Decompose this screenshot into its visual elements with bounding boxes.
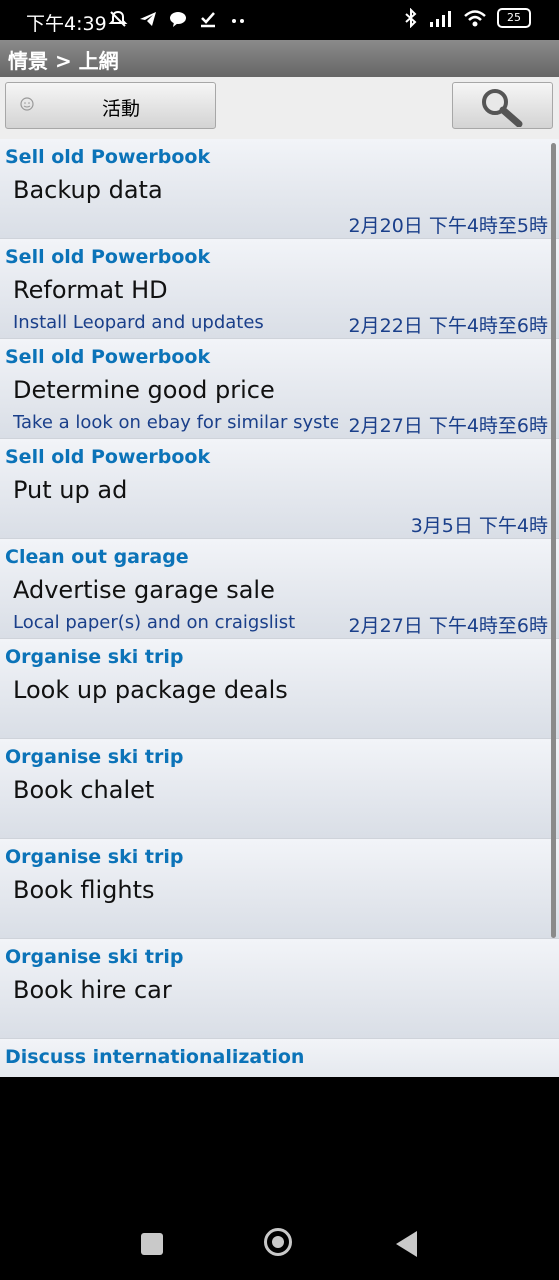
magnifier-icon <box>482 89 523 127</box>
list-item[interactable]: Sell old Powerbook Backup data 2月20日 下午4… <box>0 139 559 239</box>
task-context: Clean out garage <box>5 546 189 568</box>
task-context: Sell old Powerbook <box>5 146 211 168</box>
task-context: Organise ski trip <box>5 746 184 768</box>
mute-bell-icon <box>108 10 128 27</box>
title-bar: 情景 > 上網 <box>0 40 559 77</box>
task-details: Take a look on ebay for similar syste... <box>13 412 338 433</box>
task-context: Sell old Powerbook <box>5 246 211 268</box>
list-item[interactable]: Sell old Powerbook Put up ad 3月5日 下午4時 <box>0 439 559 539</box>
task-details: Local paper(s) and on craigslist <box>13 612 296 633</box>
context-button[interactable]: 活動 <box>5 82 216 129</box>
breadcrumb: 情景 > 上網 <box>8 49 119 73</box>
task-title: Put up ad <box>13 476 128 504</box>
task-due: 3月5日 下午4時 <box>410 515 548 537</box>
list-item[interactable]: Sell old Powerbook Reformat HD Install L… <box>0 239 559 339</box>
task-context: Sell old Powerbook <box>5 446 211 468</box>
list-item[interactable]: Organise ski trip Look up package deals <box>0 639 559 739</box>
scrollbar[interactable] <box>551 143 556 938</box>
list-item[interactable]: Clean out garage Advertise garage sale L… <box>0 539 559 639</box>
task-title: Look up package deals <box>13 676 288 704</box>
task-title: Determine good price <box>13 376 275 404</box>
task-context: Discuss internationalization <box>5 1046 305 1068</box>
toolbar: 活動 <box>0 77 559 139</box>
status-bar: 下午4:39 25 <box>0 0 559 40</box>
task-title: Reformat HD <box>13 276 168 304</box>
status-right-icons: 25 <box>403 8 531 28</box>
download-check-icon <box>201 12 215 28</box>
signal-icon <box>430 11 451 27</box>
task-title: Backup data <box>13 176 163 204</box>
more-dots-icon <box>232 19 244 23</box>
list-item[interactable]: Organise ski trip Book flights <box>0 839 559 939</box>
task-title: Book hire car <box>13 976 172 1004</box>
chat-icon <box>170 12 186 27</box>
list-item[interactable]: Organise ski trip Book hire car <box>0 939 559 1039</box>
list-item[interactable]: Sell old Powerbook Determine good price … <box>0 339 559 439</box>
task-context: Organise ski trip <box>5 846 184 868</box>
home-icon[interactable] <box>264 1228 292 1256</box>
context-button-label: 活動 <box>101 98 140 120</box>
battery-icon: 25 <box>497 8 531 28</box>
task-due: 2月20日 下午4時至5時 <box>348 215 548 237</box>
smiley-icon <box>20 97 34 111</box>
task-title: Book chalet <box>13 776 155 804</box>
navigation-bar <box>0 1200 559 1280</box>
home-icon-dot <box>272 1236 284 1248</box>
search-button[interactable] <box>452 82 553 129</box>
task-title: Book flights <box>13 876 155 904</box>
status-time: 下午4:39 <box>26 13 107 35</box>
telegram-icon <box>140 12 156 26</box>
recents-icon[interactable] <box>141 1233 163 1255</box>
task-due: 2月22日 下午4時至6時 <box>348 315 548 337</box>
task-context: Sell old Powerbook <box>5 346 211 368</box>
task-title: Advertise garage sale <box>13 576 275 604</box>
wifi-icon <box>464 10 486 27</box>
list-item[interactable]: Discuss internationalization <box>0 1039 559 1077</box>
bluetooth-icon <box>405 8 417 28</box>
task-due: 2月27日 下午4時至6時 <box>348 615 548 637</box>
task-details: Install Leopard and updates <box>13 312 264 333</box>
list-item[interactable]: Organise ski trip Book chalet <box>0 739 559 839</box>
status-left-icons <box>108 9 248 29</box>
task-context: Organise ski trip <box>5 946 184 968</box>
task-list[interactable]: Sell old Powerbook Backup data 2月20日 下午4… <box>0 139 559 1077</box>
task-due: 2月27日 下午4時至6時 <box>348 415 548 437</box>
back-icon[interactable] <box>396 1231 417 1257</box>
task-context: Organise ski trip <box>5 646 184 668</box>
